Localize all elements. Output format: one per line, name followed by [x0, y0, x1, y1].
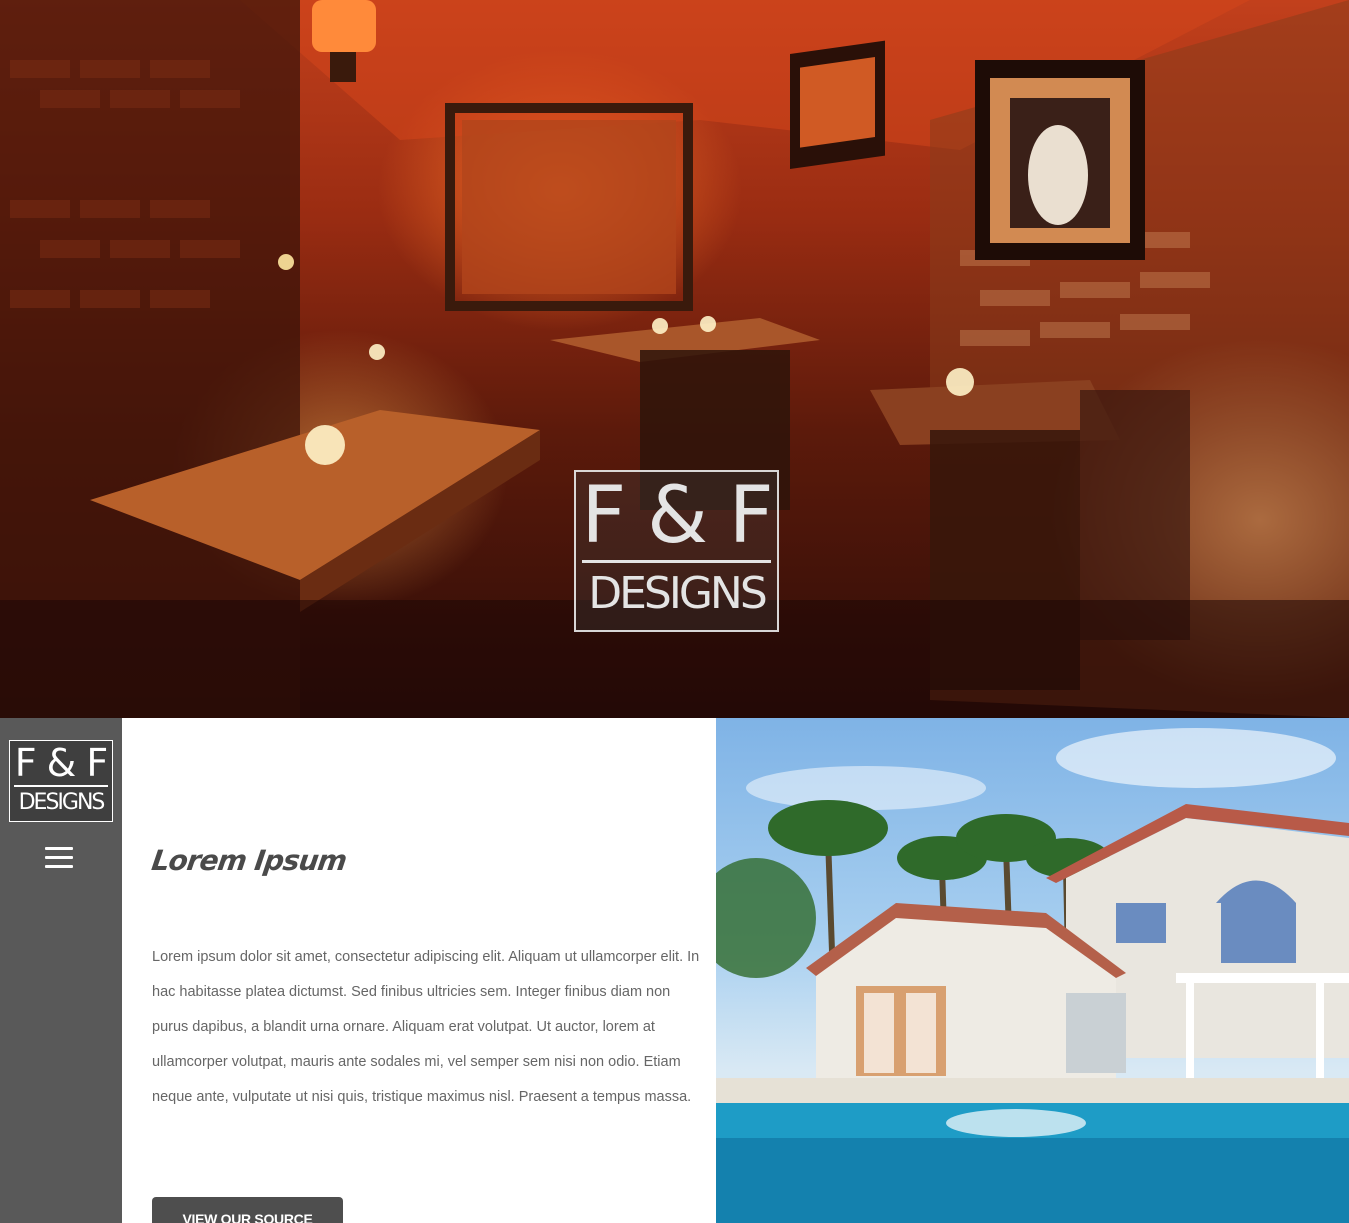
house-with-pool-image	[716, 728, 1349, 1223]
hero-logo-top-text: F & F	[581, 471, 773, 561]
hero-logo-bottom-text: DESIGNS	[582, 560, 771, 625]
sidebar-logo-bottom-text: DESIGNS	[14, 785, 108, 819]
view-our-source-button[interactable]: VIEW OUR SOURCE	[152, 1197, 343, 1223]
hero-logo: F & F DESIGNS	[574, 470, 779, 632]
section-body-text: Lorem ipsum dolor sit amet, consectetur …	[152, 949, 700, 1105]
hero-banner: F & F DESIGNS	[0, 0, 1349, 718]
content-section: Lorem Ipsum Lorem ipsum dolor sit amet, …	[122, 718, 716, 1223]
sidebar-logo[interactable]: F & F DESIGNS	[9, 740, 113, 822]
hamburger-menu-icon[interactable]	[45, 847, 75, 871]
sidebar: F & F DESIGNS	[0, 718, 122, 1223]
house-photo	[716, 718, 1349, 1223]
sidebar-logo-top-text: F & F	[14, 741, 109, 785]
section-heading: Lorem Ipsum	[149, 844, 349, 877]
